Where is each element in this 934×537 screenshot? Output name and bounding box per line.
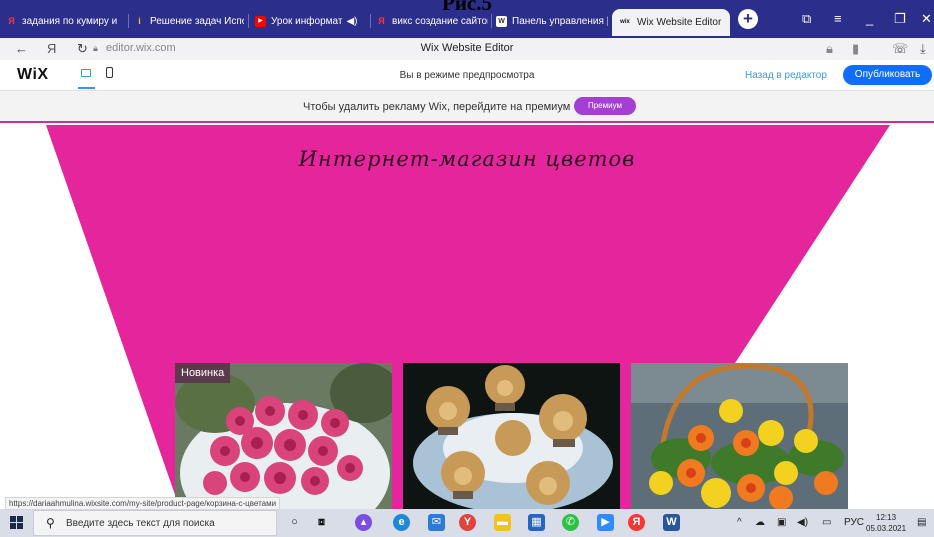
tab-title: Wix Website Editor xyxy=(637,17,722,28)
network-icon[interactable]: ▣ xyxy=(777,517,786,528)
page-title: Wix Website Editor xyxy=(420,42,514,54)
audio-playing-icon[interactable]: ◀) xyxy=(346,16,357,27)
clock[interactable]: 12:13 05.03.2021 xyxy=(866,512,906,534)
wix-favicon-icon: W xyxy=(496,15,507,27)
extensions-icon[interactable]: ☏ xyxy=(892,41,908,57)
taskbar-search-box[interactable]: ⚲ Введите здесь текст для поиска xyxy=(33,510,277,536)
protect-icon[interactable]: 🔒︎ xyxy=(826,41,833,57)
desktop-view-indicator xyxy=(78,87,95,89)
download-icon[interactable]: ⤓ xyxy=(920,41,926,57)
yandex-icon[interactable]: Я xyxy=(628,514,645,531)
volume-icon[interactable]: ◀) xyxy=(797,517,808,528)
roses-bouquet-image xyxy=(175,363,392,509)
zoom-icon[interactable]: ▶ xyxy=(597,514,614,531)
publish-button[interactable]: Опубликовать xyxy=(843,65,932,85)
edge-icon[interactable]: e xyxy=(393,514,410,531)
address-bar: ← Я ↻ 🔒︎ editor.wix.com Wix Website Edit… xyxy=(0,38,934,60)
language-indicator[interactable]: РУС xyxy=(844,517,864,528)
tab-title: Панель управления | xyxy=(512,15,608,27)
info-favicon-icon: i xyxy=(138,15,141,26)
tab-title: викс создание сайтов xyxy=(392,15,488,27)
banner-text: Чтобы удалить рекламу Wix, перейдите на … xyxy=(303,101,571,113)
cloud-icon[interactable]: ☁ xyxy=(755,517,765,528)
yandex-favicon-icon: Я xyxy=(8,15,15,26)
file-explorer-icon[interactable]: ▬ xyxy=(494,514,511,531)
premium-button[interactable]: Премиум xyxy=(574,97,636,115)
bookmark-icon[interactable]: ▮ xyxy=(852,41,859,57)
tab-title: Решение задач Испо xyxy=(150,15,244,27)
yandex-favicon-icon: Я xyxy=(378,15,385,26)
product-card-basket[interactable] xyxy=(631,363,848,509)
figure-caption: Рис.5 xyxy=(442,0,492,15)
wix-preview-bar: WiX Вы в режиме предпросмотра Назад в ре… xyxy=(0,60,934,91)
teddy-bears-image xyxy=(403,363,620,509)
close-tab-icon[interactable]: ✕ xyxy=(729,17,730,28)
flower-basket-image xyxy=(631,363,848,509)
search-placeholder: Введите здесь текст для поиска xyxy=(66,518,215,529)
word-icon[interactable]: W xyxy=(663,514,680,531)
wix-favicon-icon: wix xyxy=(620,19,630,25)
product-card-roses[interactable]: Новинка xyxy=(175,363,392,509)
clock-date: 05.03.2021 xyxy=(866,524,907,533)
whatsapp-icon[interactable]: ✆ xyxy=(562,514,579,531)
yandex-browser-icon[interactable]: Y xyxy=(459,514,476,531)
action-center-icon[interactable]: ▤ xyxy=(917,517,926,528)
site-heading: Интернет-магазин цветов xyxy=(298,147,636,171)
status-bar-url: https://dariaahmulina.wixsite.com/my-sit… xyxy=(5,497,281,510)
store-icon[interactable]: ▦ xyxy=(528,514,545,531)
clock-time: 12:13 xyxy=(876,513,897,522)
windows-start-icon[interactable] xyxy=(10,516,23,529)
task-view-icon[interactable]: ⧈ xyxy=(313,514,330,531)
tab-title: задания по кумиру и xyxy=(22,15,118,27)
notification-area-icon[interactable]: ▭ xyxy=(822,517,831,528)
cortana-icon[interactable]: ○ xyxy=(286,514,303,531)
back-to-editor-link[interactable]: Назад в редактор xyxy=(745,70,827,81)
site-preview: Интернет-магазин цветов Новинка xyxy=(0,125,934,509)
alice-icon[interactable]: ▴ xyxy=(355,514,372,531)
new-badge: Новинка xyxy=(175,363,231,383)
product-card-bears[interactable] xyxy=(403,363,620,509)
windows-taskbar: ⚲ Введите здесь текст для поиска ○ ⧈ ▴ e… xyxy=(0,509,934,537)
premium-ad-banner: Чтобы удалить рекламу Wix, перейдите на … xyxy=(0,91,934,123)
search-icon: ⚲ xyxy=(46,516,55,530)
youtube-favicon-icon: ▶ xyxy=(255,15,266,27)
mail-icon[interactable]: ✉ xyxy=(428,514,445,531)
tab-title: Урок информат xyxy=(271,15,343,27)
tray-overflow-icon[interactable]: ^ xyxy=(737,517,742,528)
